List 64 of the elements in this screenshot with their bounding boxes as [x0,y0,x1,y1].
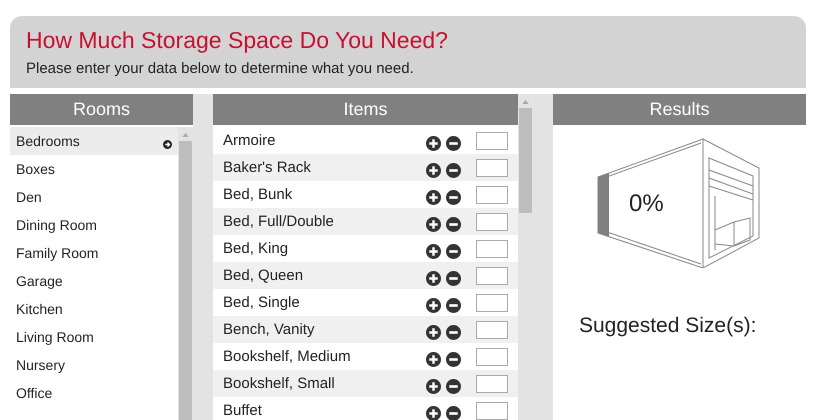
plus-icon[interactable] [426,298,441,313]
plus-icon[interactable] [426,217,441,232]
item-name: Bed, Bunk [223,186,294,203]
room-item[interactable]: Nursery [10,351,178,379]
quantity-field[interactable] [476,266,508,284]
item-name: Bench, Vanity [223,321,316,338]
item-name: Bed, Full/Double [223,213,335,230]
item-name: Bed, King [223,240,290,257]
minus-icon[interactable] [446,244,461,259]
minus-icon[interactable] [446,325,461,340]
plus-icon[interactable] [426,325,441,340]
minus-icon[interactable] [446,352,461,367]
plus-icon[interactable] [426,379,441,394]
minus-icon[interactable] [446,163,461,178]
scrollbar[interactable] [178,127,193,420]
item-name: Baker's Rack [223,159,312,176]
plus-icon[interactable] [426,271,441,286]
quantity-field[interactable] [476,374,508,392]
room-item[interactable]: Family Room [10,239,178,267]
room-item[interactable]: Garage [10,267,178,295]
minus-icon[interactable] [446,217,461,232]
room-item[interactable]: Dining Room [10,211,178,239]
quantity-field[interactable] [476,348,508,366]
suggested-size-label: Suggested Size(s): [579,314,758,338]
page-subtitle: Please enter your data below to determine what you need. [26,60,415,77]
scrollbar[interactable] [518,94,533,420]
fill-percentage: 0% [629,190,664,218]
items-heading: Items [213,94,518,125]
plus-icon[interactable] [426,136,441,151]
room-item[interactable]: Bedrooms [10,127,178,155]
plus-icon[interactable] [426,352,441,367]
plus-icon[interactable] [426,406,441,420]
item-name: Buffet [223,402,263,419]
plus-icon[interactable] [426,163,441,178]
minus-icon[interactable] [446,298,461,313]
quantity-field[interactable] [476,212,508,230]
quantity-field[interactable] [476,132,508,150]
room-item[interactable]: Office [10,379,178,407]
rooms-heading: Rooms [10,94,193,125]
quantity-field[interactable] [476,186,508,204]
item-name: Armoire [223,132,277,149]
item-name: Bookshelf, Small [223,375,336,392]
room-item[interactable]: Living Room [10,323,178,351]
results-heading: Results [553,94,806,125]
plus-icon[interactable] [426,244,441,259]
minus-icon[interactable] [446,136,461,151]
room-item[interactable]: Den [10,183,178,211]
page-title: How Much Storage Space Do You Need? [26,26,449,54]
item-name: Bed, Queen [223,267,304,284]
quantity-field[interactable] [476,402,508,420]
arrow-circle-icon [163,140,172,148]
quantity-field[interactable] [476,240,508,258]
quantity-field[interactable] [476,158,508,176]
minus-icon[interactable] [446,271,461,286]
item-name: Bed, Single [223,294,301,311]
quantity-field[interactable] [476,320,508,338]
quantity-field[interactable] [476,294,508,312]
item-name: Bookshelf, Medium [223,348,352,365]
plus-icon[interactable] [426,190,441,205]
room-item[interactable]: Boxes [10,155,178,183]
room-item[interactable]: Kitchen [10,295,178,323]
minus-icon[interactable] [446,406,461,420]
minus-icon[interactable] [446,379,461,394]
minus-icon[interactable] [446,190,461,205]
